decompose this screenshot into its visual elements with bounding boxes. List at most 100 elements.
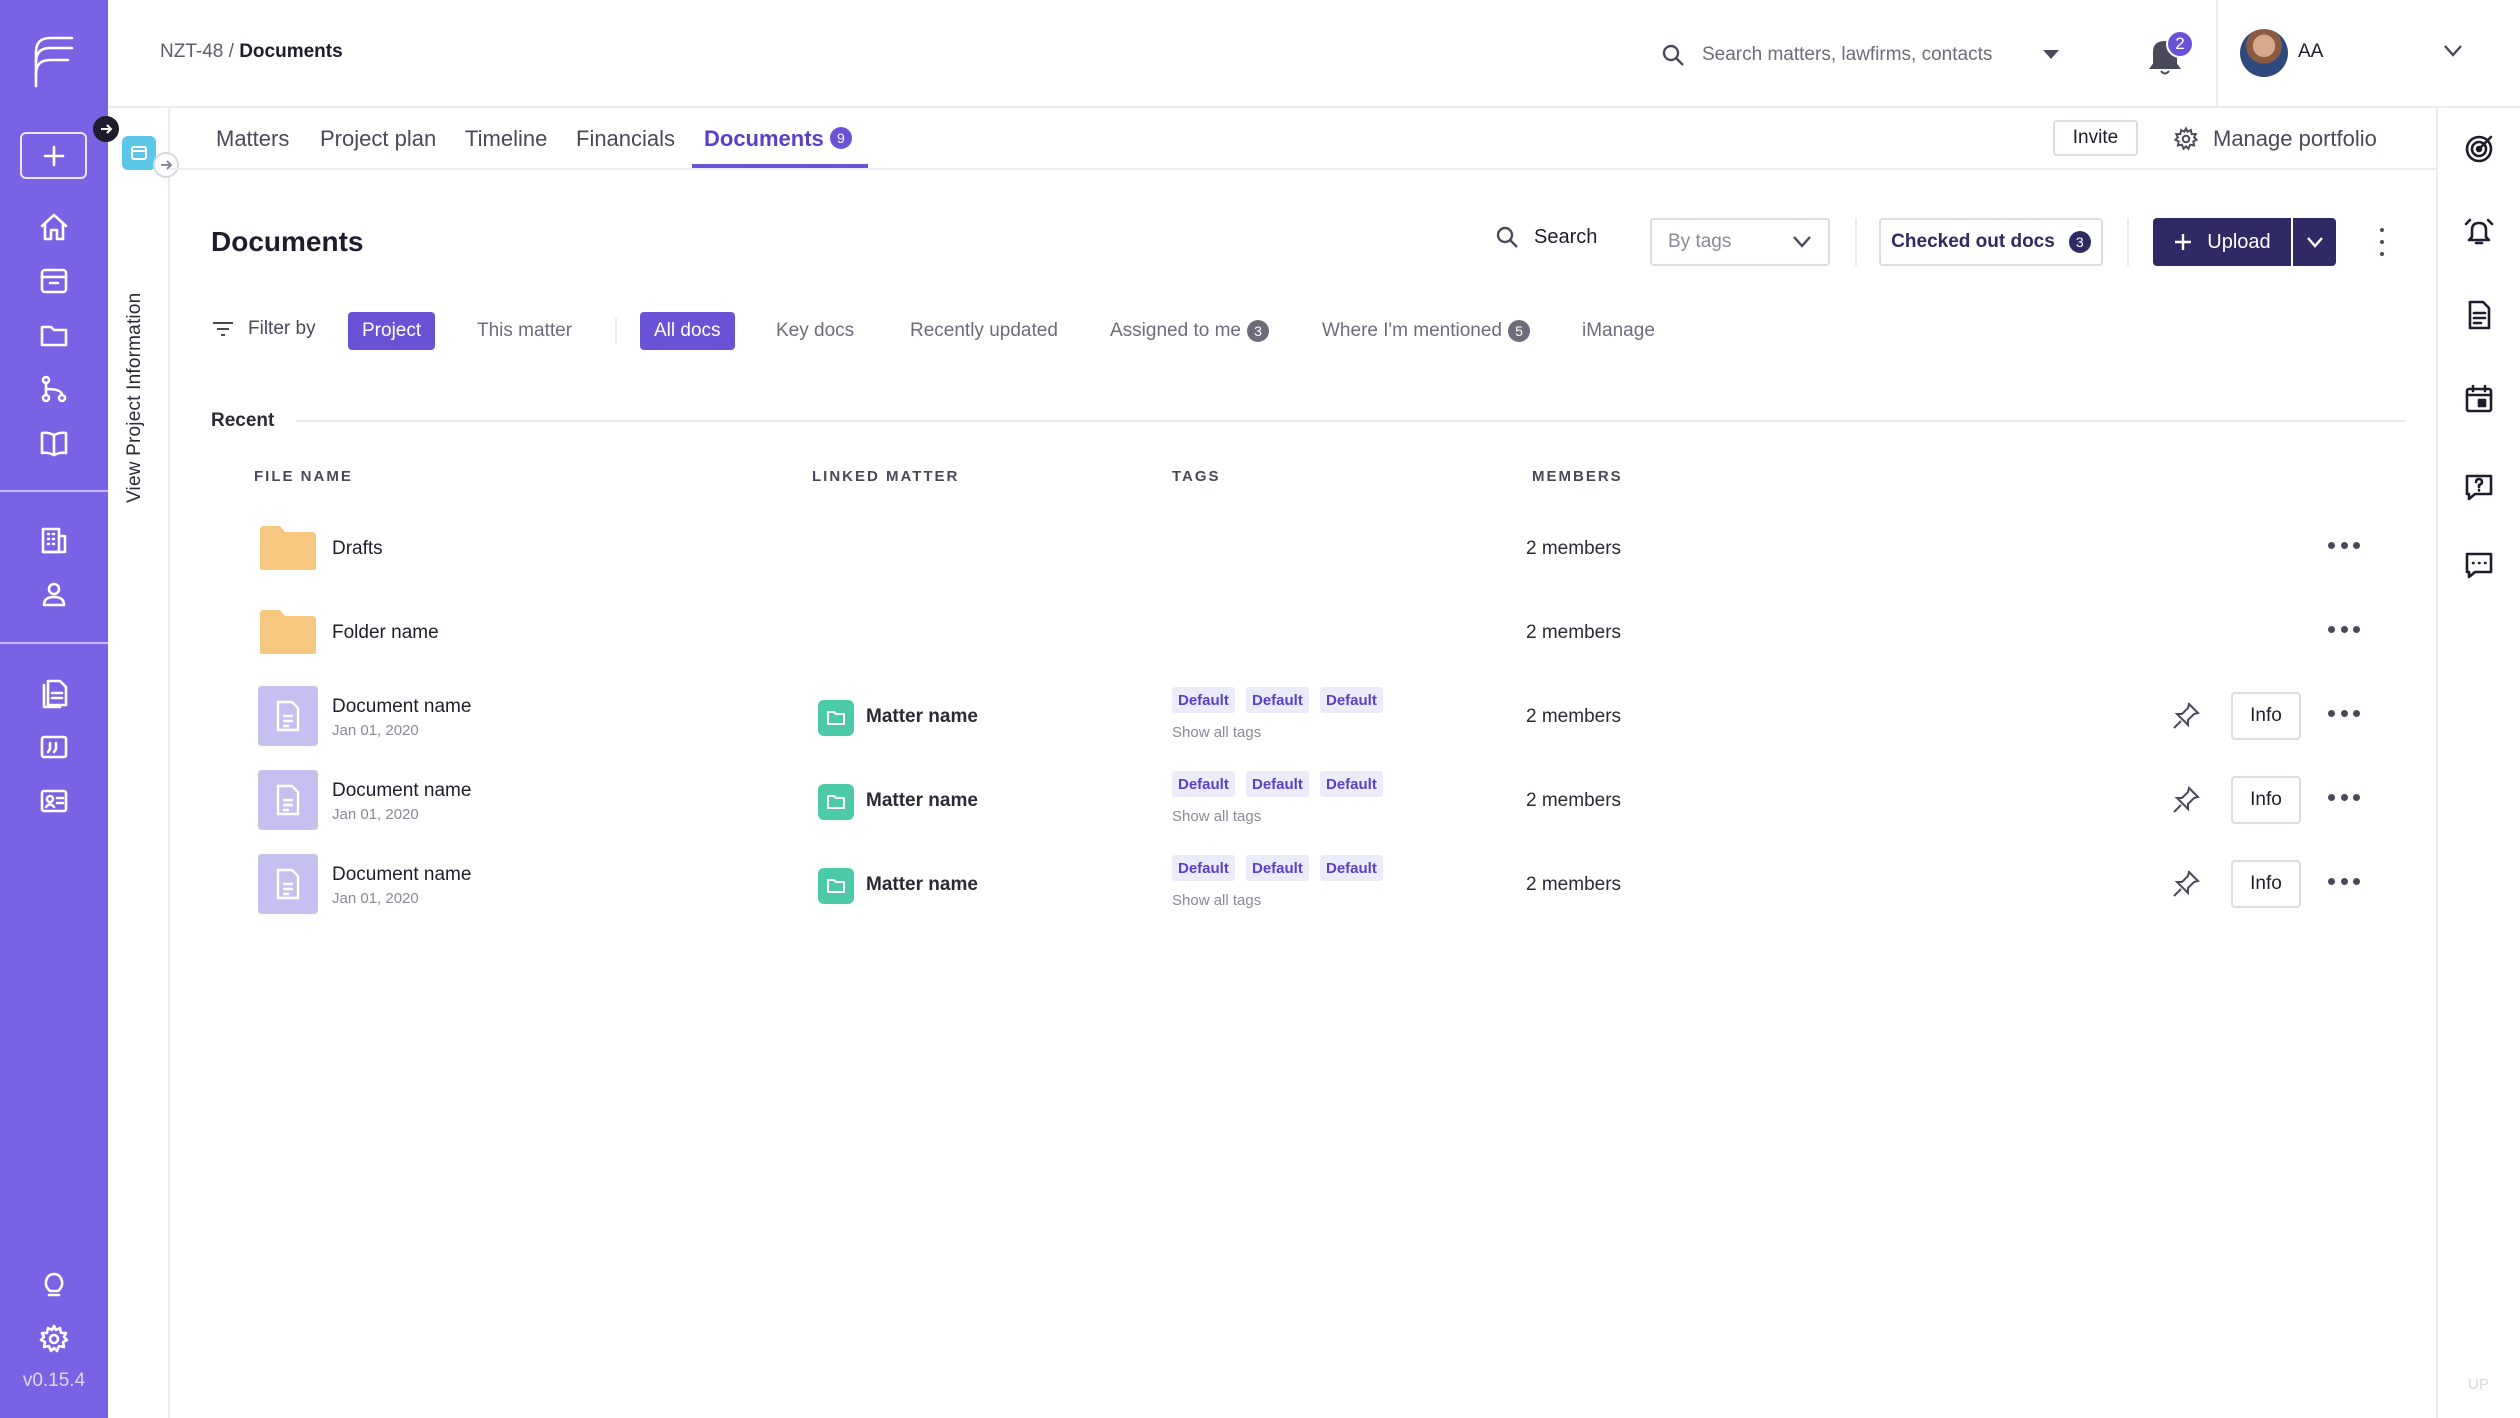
tag[interactable]: Default	[1172, 855, 1235, 881]
manage-portfolio-button[interactable]: Manage portfolio	[2173, 122, 2377, 156]
active-tab-indicator	[692, 164, 868, 168]
caret-down-icon[interactable]	[2042, 49, 2060, 61]
building-icon	[41, 527, 67, 554]
tag[interactable]: Default	[1172, 771, 1235, 797]
nav-documents[interactable]	[35, 674, 73, 712]
filter-all-docs[interactable]: All docs	[640, 312, 735, 350]
nav-contacts[interactable]	[35, 575, 73, 613]
rail-alarms[interactable]	[2460, 212, 2498, 250]
table-row[interactable]: Document name Jan 01, 2020 Matter name D…	[212, 758, 2406, 842]
row-more-button[interactable]	[2328, 626, 2360, 636]
nav-tips[interactable]	[35, 1266, 73, 1304]
app-logo-icon[interactable]	[28, 30, 78, 92]
show-all-tags-link[interactable]: Show all tags	[1172, 892, 1261, 909]
file-name[interactable]: Drafts	[332, 538, 383, 560]
tag[interactable]: Default	[1246, 855, 1309, 881]
project-badge[interactable]	[122, 136, 156, 170]
filter-by-label: Filter by	[248, 318, 316, 339]
tag[interactable]: Default	[1246, 771, 1309, 797]
rail-goals[interactable]	[2460, 130, 2498, 168]
linked-matter[interactable]: Matter name	[866, 790, 978, 812]
file-name[interactable]: Document name	[332, 780, 471, 802]
tab-project-plan[interactable]: Project plan	[320, 126, 436, 152]
checked-out-docs-button[interactable]: Checked out docs 3	[1879, 218, 2103, 266]
avatar[interactable]	[2240, 29, 2288, 77]
filter-imanage[interactable]: iManage	[1568, 312, 1669, 350]
filter-recently-updated[interactable]: Recently updated	[896, 312, 1072, 350]
tab-financials[interactable]: Financials	[576, 126, 675, 152]
invite-button[interactable]: Invite	[2053, 120, 2138, 156]
row-more-button[interactable]	[2328, 710, 2360, 720]
show-all-tags-link[interactable]: Show all tags	[1172, 724, 1261, 741]
search-icon	[1662, 44, 1684, 66]
column-header-tags[interactable]: TAGS	[1172, 468, 1221, 485]
project-info-label[interactable]: View Project Information	[124, 293, 146, 503]
tags-select[interactable]: By tags	[1650, 218, 1830, 266]
nav-quotes[interactable]	[35, 728, 73, 766]
toolbar-divider	[2127, 218, 2129, 266]
pin-icon[interactable]	[2170, 868, 2202, 900]
row-more-button[interactable]	[2328, 794, 2360, 804]
upload-button[interactable]: Upload	[2153, 218, 2291, 266]
tab-documents[interactable]: Documents 9	[704, 126, 852, 152]
create-new-button[interactable]	[20, 132, 87, 179]
info-button[interactable]: Info	[2231, 860, 2301, 908]
more-options-button[interactable]	[2372, 228, 2392, 256]
rail-calendar[interactable]	[2460, 380, 2498, 418]
nav-home[interactable]	[35, 208, 73, 246]
file-name[interactable]: Folder name	[332, 622, 439, 644]
expand-sidebar-button[interactable]	[93, 116, 119, 142]
pin-icon[interactable]	[2170, 784, 2202, 816]
info-button[interactable]: Info	[2231, 692, 2301, 740]
filter-key-docs[interactable]: Key docs	[762, 312, 868, 350]
document-icon	[2468, 300, 2491, 330]
linked-matter[interactable]: Matter name	[866, 706, 978, 728]
filter-project[interactable]: Project	[348, 312, 436, 350]
chevron-down-icon[interactable]	[2443, 44, 2463, 58]
project-info-strip[interactable]: View Project Information	[108, 108, 170, 1418]
filter-this-matter[interactable]: This matter	[463, 312, 586, 350]
nav-settings[interactable]	[35, 1320, 73, 1358]
documents-search-button[interactable]: Search	[1494, 224, 1597, 250]
tag[interactable]: Default	[1320, 687, 1383, 713]
pin-icon[interactable]	[2170, 700, 2202, 732]
rail-help[interactable]	[2460, 468, 2498, 506]
tag[interactable]: Default	[1246, 687, 1309, 713]
file-name[interactable]: Document name	[332, 864, 471, 886]
file-name[interactable]: Document name	[332, 696, 471, 718]
tag[interactable]: Default	[1172, 687, 1235, 713]
tag[interactable]: Default	[1320, 855, 1383, 881]
nav-folders[interactable]	[35, 316, 73, 354]
row-more-button[interactable]	[2328, 542, 2360, 552]
rail-notes[interactable]	[2460, 296, 2498, 334]
nav-cards[interactable]	[35, 782, 73, 820]
show-all-tags-link[interactable]: Show all tags	[1172, 808, 1261, 825]
search-input[interactable]: Search matters, lawfirms, contacts	[1702, 44, 1992, 66]
tab-timeline[interactable]: Timeline	[465, 126, 547, 152]
breadcrumb-parent[interactable]: NZT-48 /	[160, 41, 234, 62]
nav-library[interactable]	[35, 424, 73, 462]
table-row[interactable]: Document name Jan 01, 2020 Matter name D…	[212, 842, 2406, 926]
table-row[interactable]: Document name Jan 01, 2020 Matter name D…	[212, 674, 2406, 758]
user-initials[interactable]: AA	[2298, 41, 2323, 63]
column-header-linked-matter[interactable]: LINKED MATTER	[812, 468, 959, 485]
row-more-button[interactable]	[2328, 878, 2360, 888]
nav-inbox[interactable]	[35, 262, 73, 300]
nav-workflows[interactable]	[35, 370, 73, 408]
filter-assigned-to-me[interactable]: Assigned to me 3	[1096, 312, 1283, 350]
table-row[interactable]: Drafts 2 members	[212, 506, 2406, 590]
info-button[interactable]: Info	[2231, 776, 2301, 824]
table-row[interactable]: Folder name 2 members	[212, 590, 2406, 674]
global-search[interactable]: Search matters, lawfirms, contacts	[1660, 38, 2180, 72]
tag[interactable]: Default	[1320, 771, 1383, 797]
linked-matter[interactable]: Matter name	[866, 874, 978, 896]
tab-matters[interactable]: Matters	[216, 126, 289, 152]
filter-where-mentioned[interactable]: Where I'm mentioned 5	[1308, 312, 1544, 350]
column-header-file-name[interactable]: FILE NAME	[254, 468, 353, 485]
column-header-members[interactable]: MEMBERS	[1532, 468, 1623, 485]
rail-comments[interactable]	[2460, 546, 2498, 584]
archive-icon	[40, 268, 68, 294]
upload-options-button[interactable]	[2293, 218, 2336, 266]
nav-companies[interactable]	[35, 521, 73, 559]
filter-icon	[213, 322, 233, 336]
